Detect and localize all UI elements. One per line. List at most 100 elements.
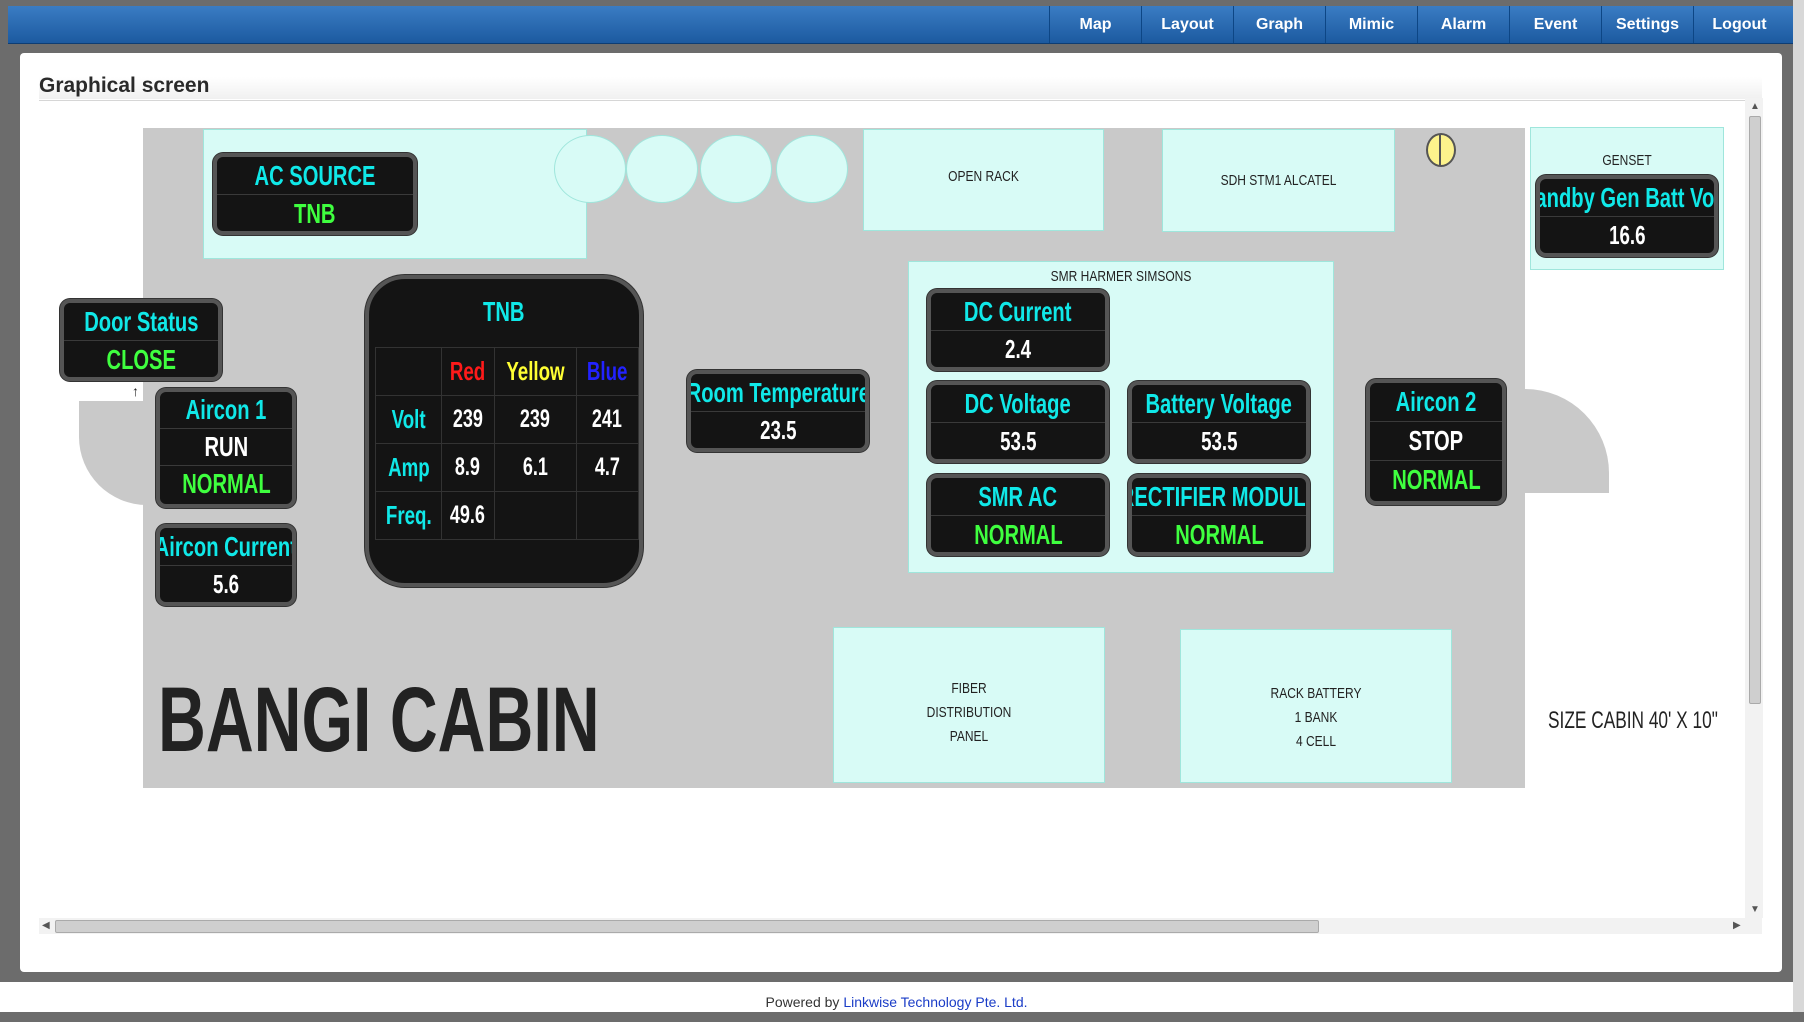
room-temperature-label: Room Temperature — [687, 376, 869, 408]
open-rack-label: OPEN RACK — [948, 168, 1019, 185]
site-name: BANGI CABIN — [158, 669, 600, 771]
room-temperature-value: 23.5 — [759, 415, 797, 445]
tnb-phase-header: Red Yellow Blue — [375, 347, 639, 396]
nav-event[interactable]: Event — [1509, 6, 1601, 43]
smr-label: SMR HARMER SIMSONS — [1050, 268, 1192, 285]
door-status-widget[interactable]: Door Status CLOSE — [60, 299, 222, 381]
footer-company-link[interactable]: Linkwise Technology Pte. Ltd. — [843, 994, 1027, 1010]
nav-settings[interactable]: Settings — [1601, 6, 1693, 43]
door-status-label: Door Status — [83, 305, 199, 337]
dc-current-value: 2.4 — [1004, 334, 1032, 364]
rectifier-module-value: NORMAL — [1174, 518, 1264, 550]
aircon2-widget[interactable]: Aircon 2 STOP NORMAL — [1366, 379, 1506, 505]
aircon-current-label: Aircon Current — [156, 530, 296, 562]
dc-voltage-value: 53.5 — [999, 426, 1037, 456]
aircon2-state: STOP — [1408, 425, 1464, 456]
vertical-scroll-thumb[interactable] — [1749, 116, 1761, 704]
rectifier-module-label: RECTIFIER MODULE — [1128, 480, 1310, 512]
volt-blue: 241 — [592, 405, 623, 433]
cabin-size: SIZE CABIN 40' X 10" — [1548, 707, 1718, 734]
footer: Powered by Linkwise Technology Pte. Ltd. — [0, 982, 1793, 1012]
fiber-label-3: PANEL — [949, 728, 989, 745]
aircon2-status: NORMAL — [1391, 464, 1481, 495]
fiber-label-2: DISTRIBUTION — [926, 704, 1012, 721]
tnb-row-freq: Freq. 49.6 — [375, 491, 639, 540]
nav-mimic[interactable]: Mimic — [1325, 6, 1417, 43]
aircon1-state: RUN — [204, 431, 248, 462]
battery-label-3: 4 CELL — [1295, 733, 1337, 750]
dc-voltage-widget[interactable]: DC Voltage 53.5 — [927, 381, 1109, 463]
title-bar — [39, 77, 1762, 99]
door-arc-right — [1525, 389, 1609, 493]
nav-map[interactable]: Map — [1049, 6, 1141, 43]
window-edge — [1793, 0, 1804, 1012]
sdh-label: SDH STM1 ALCATEL — [1220, 172, 1337, 189]
equipment-circle-1 — [554, 135, 626, 203]
phase-red: Red — [450, 356, 486, 386]
door-status-value: CLOSE — [106, 343, 176, 375]
battery-label-1: RACK BATTERY — [1270, 685, 1362, 702]
standby-gen-value: 16.6 — [1608, 220, 1646, 250]
mimic-canvas: OPEN RACK SDH STM1 ALCATEL GENSET SMR HA… — [39, 103, 1747, 915]
row-label-volt: Volt — [391, 404, 426, 434]
phase-blue: Blue — [586, 356, 628, 386]
equipment-circle-4 — [776, 135, 848, 203]
fiber-panel-area: FIBER DISTRIBUTION PANEL — [833, 627, 1105, 783]
top-nav-bar: Map Layout Graph Mimic Alarm Event Setti… — [8, 6, 1793, 44]
nav-graph[interactable]: Graph — [1233, 6, 1325, 43]
door-arc-left — [79, 401, 147, 505]
battery-voltage-label: Battery Voltage — [1145, 387, 1293, 419]
open-rack-area: OPEN RACK — [863, 129, 1104, 231]
amp-red: 8.9 — [455, 453, 481, 481]
row-label-amp: Amp — [387, 452, 430, 482]
aircon2-label: Aircon 2 — [1395, 386, 1477, 417]
rectifier-module-widget[interactable]: RECTIFIER MODULE NORMAL — [1128, 474, 1310, 556]
dc-current-label: DC Current — [964, 295, 1072, 327]
dc-current-widget[interactable]: DC Current 2.4 — [927, 289, 1109, 371]
sdh-area: SDH STM1 ALCATEL — [1162, 129, 1395, 232]
genset-label: GENSET — [1602, 152, 1652, 169]
battery-voltage-value: 53.5 — [1200, 426, 1238, 456]
aircon1-status: NORMAL — [181, 468, 271, 499]
phase-yellow: Yellow — [505, 356, 565, 386]
equipment-circle-2 — [626, 135, 698, 203]
tnb-widget[interactable]: TNB Red Yellow Blue Volt 239 239 241 Amp… — [365, 275, 643, 587]
battery-voltage-widget[interactable]: Battery Voltage 53.5 — [1128, 381, 1310, 463]
aircon1-widget[interactable]: Aircon 1 RUN NORMAL — [156, 388, 296, 508]
row-label-freq: Freq. — [385, 500, 432, 530]
freq-value: 49.6 — [450, 501, 486, 529]
tnb-row-volt: Volt 239 239 241 — [375, 395, 639, 444]
smr-ac-value: NORMAL — [973, 518, 1063, 550]
fan-icon — [1426, 133, 1456, 167]
nav-layout[interactable]: Layout — [1141, 6, 1233, 43]
tnb-row-amp: Amp 8.9 6.1 4.7 — [375, 443, 639, 492]
horizontal-scroll-thumb[interactable] — [55, 920, 1319, 933]
standby-gen-label: Standby Gen Batt Volts — [1536, 181, 1715, 213]
nav-logout[interactable]: Logout — [1693, 6, 1785, 43]
scroll-left-icon[interactable]: ◀ — [42, 920, 50, 931]
equipment-circle-3 — [700, 135, 772, 203]
tnb-table: Red Yellow Blue Volt 239 239 241 Amp 8.9… — [375, 347, 639, 540]
scroll-right-icon[interactable]: ▶ — [1733, 920, 1741, 931]
volt-red: 239 — [452, 405, 483, 433]
scroll-up-icon[interactable]: ▲ — [1750, 101, 1760, 112]
ac-source-value: TNB — [294, 197, 336, 229]
battery-rack-area: RACK BATTERY 1 BANK 4 CELL — [1180, 629, 1452, 783]
title-divider — [39, 100, 1762, 101]
aircon1-label: Aircon 1 — [185, 394, 267, 425]
room-temperature-widget[interactable]: Room Temperature 23.5 — [687, 370, 869, 452]
tnb-title: TNB — [483, 296, 525, 327]
amp-yellow: 6.1 — [522, 453, 548, 481]
ac-source-widget[interactable]: AC SOURCE TNB — [213, 153, 417, 235]
fiber-label-1: FIBER — [951, 680, 987, 697]
standby-gen-widget[interactable]: Standby Gen Batt Volts 16.6 — [1536, 175, 1718, 257]
smr-ac-widget[interactable]: SMR AC NORMAL — [927, 474, 1109, 556]
door-arrow-icon: ↑ — [132, 383, 139, 399]
smr-ac-label: SMR AC — [978, 480, 1058, 512]
aircon-current-widget[interactable]: Aircon Current 5.6 — [156, 524, 296, 606]
nav-alarm[interactable]: Alarm — [1417, 6, 1509, 43]
footer-prefix: Powered by — [765, 994, 844, 1010]
scroll-down-icon[interactable]: ▼ — [1750, 904, 1760, 915]
volt-yellow: 239 — [520, 405, 551, 433]
ac-source-label: AC SOURCE — [254, 159, 376, 191]
